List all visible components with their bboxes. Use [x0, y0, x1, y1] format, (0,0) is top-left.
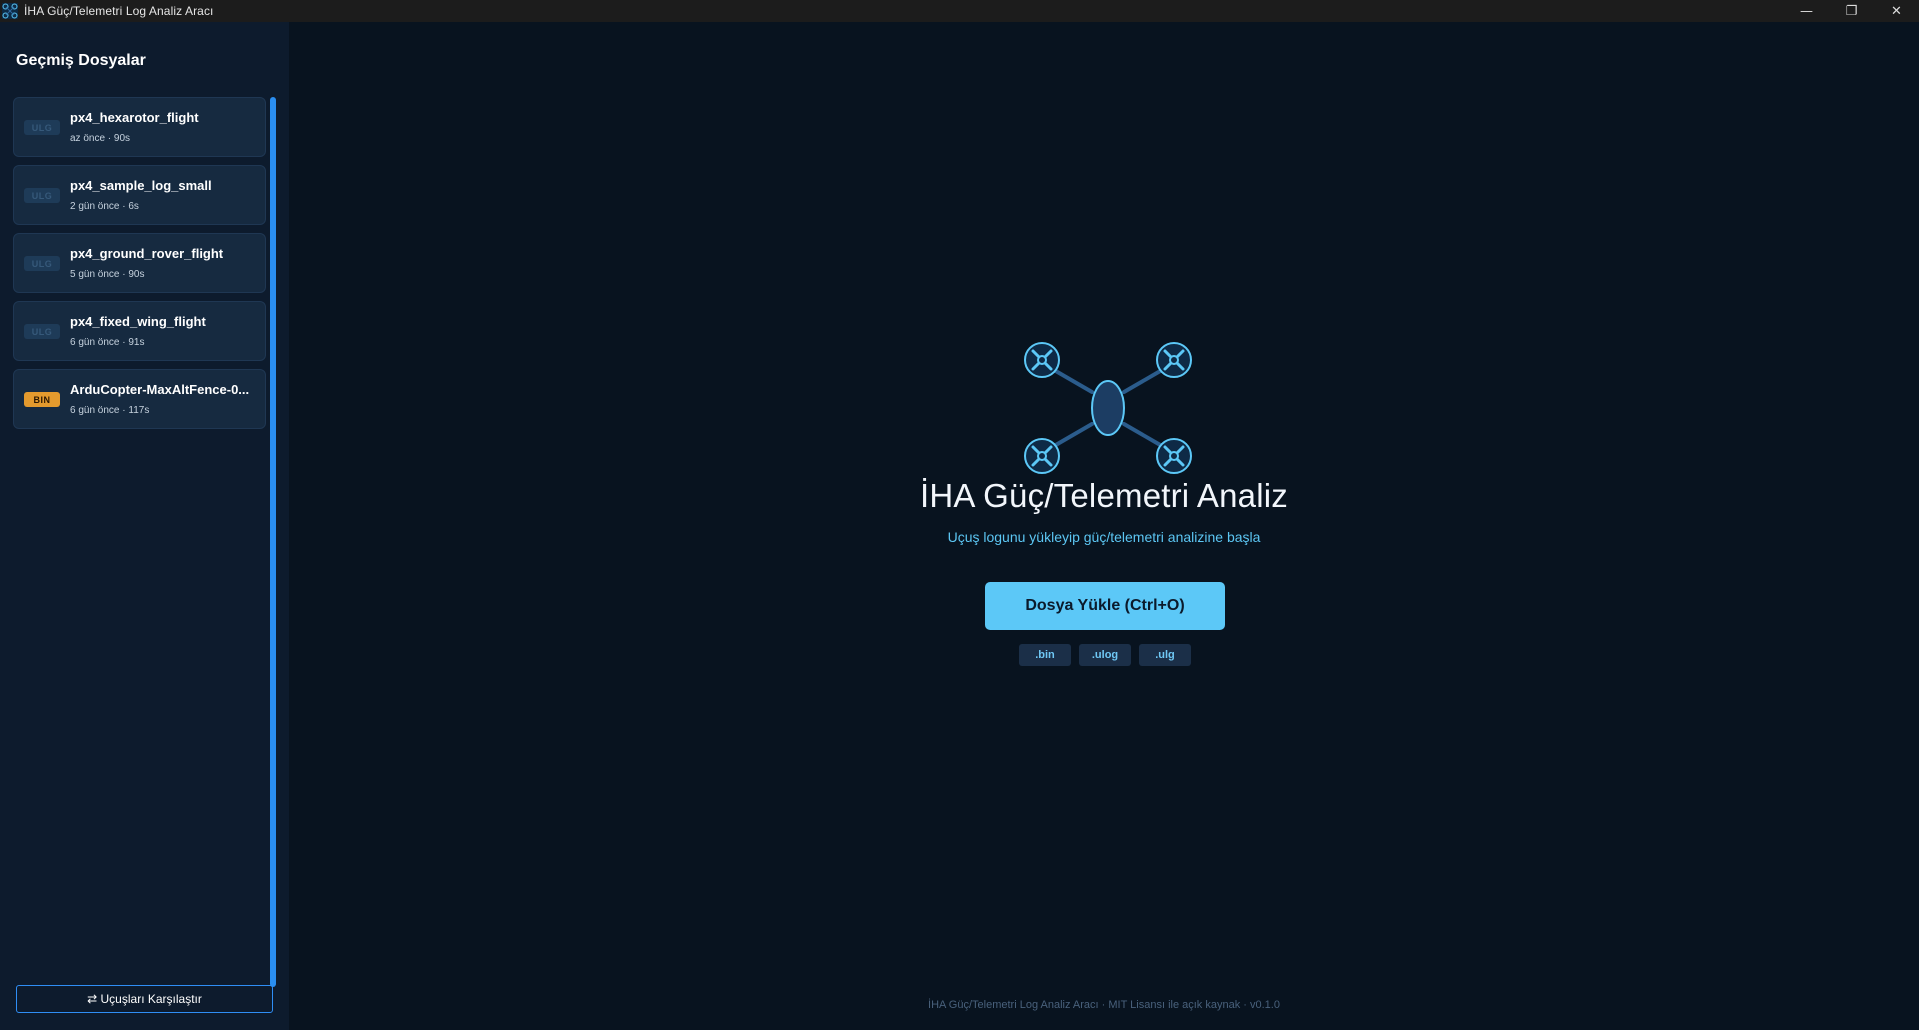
- load-file-button[interactable]: Dosya Yükle (Ctrl+O): [985, 582, 1225, 630]
- recent-files-list: ULG px4_hexarotor_flight az önce · 90s U…: [13, 97, 266, 437]
- file-type-badge: BIN: [24, 392, 60, 407]
- rotor-icon: [1024, 342, 1060, 378]
- file-name: px4_fixed_wing_flight: [70, 314, 206, 329]
- title-bar: İHA Güç/Telemetri Log Analiz Aracı — ❐ ✕: [0, 0, 1919, 22]
- file-type-badge: ULG: [24, 256, 60, 271]
- page-subtitle: Uçuş logunu yükleyip güç/telemetri anali…: [947, 529, 1261, 545]
- file-meta: az önce · 90s: [70, 133, 131, 144]
- file-name: ArduCopter-MaxAltFence-0...: [70, 382, 250, 397]
- compare-flights-button[interactable]: ⇄ Uçuşları Karşılaştır: [16, 985, 273, 1013]
- sidebar: Geçmiş Dosyalar ULG px4_hexarotor_flight…: [0, 22, 289, 1030]
- recent-file-item[interactable]: ULG px4_hexarotor_flight az önce · 90s: [13, 97, 266, 157]
- file-type-badge: ULG: [24, 188, 60, 203]
- extension-chip: .bin: [1019, 644, 1071, 666]
- close-button[interactable]: ✕: [1874, 0, 1919, 22]
- app-drone-icon: [2, 3, 18, 19]
- supported-extensions: .bin .ulog .ulg: [1019, 644, 1191, 666]
- file-meta: 6 gün önce · 91s: [70, 337, 145, 348]
- main-panel: İHA Güç/Telemetri Analiz Uçuş logunu yük…: [289, 22, 1919, 1030]
- extension-chip: .ulog: [1079, 644, 1131, 666]
- footer-text: İHA Güç/Telemetri Log Analiz Aracı · MIT…: [928, 999, 1280, 1011]
- recent-file-item[interactable]: BIN ArduCopter-MaxAltFence-0... 6 gün ön…: [13, 369, 266, 429]
- sidebar-scrollbar[interactable]: [270, 97, 276, 987]
- file-name: px4_hexarotor_flight: [70, 110, 199, 125]
- extension-chip: .ulg: [1139, 644, 1191, 666]
- restore-button[interactable]: ❐: [1829, 0, 1874, 22]
- drone-icon: [1023, 341, 1193, 475]
- page-title: İHA Güç/Telemetri Analiz: [920, 477, 1288, 514]
- file-name: px4_ground_rover_flight: [70, 246, 224, 261]
- file-meta: 2 gün önce · 6s: [70, 201, 139, 212]
- file-name: px4_sample_log_small: [70, 178, 212, 193]
- window-title: İHA Güç/Telemetri Log Analiz Aracı: [24, 4, 214, 18]
- file-type-badge: ULG: [24, 120, 60, 135]
- recent-file-item[interactable]: ULG px4_ground_rover_flight 5 gün önce ·…: [13, 233, 266, 293]
- sidebar-title: Geçmiş Dosyalar: [16, 52, 146, 69]
- recent-file-item[interactable]: ULG px4_sample_log_small 2 gün önce · 6s: [13, 165, 266, 225]
- file-meta: 5 gün önce · 90s: [70, 269, 145, 280]
- file-type-badge: ULG: [24, 324, 60, 339]
- recent-file-item[interactable]: ULG px4_fixed_wing_flight 6 gün önce · 9…: [13, 301, 266, 361]
- minimize-button[interactable]: —: [1784, 0, 1829, 22]
- file-meta: 6 gün önce · 117s: [70, 405, 150, 416]
